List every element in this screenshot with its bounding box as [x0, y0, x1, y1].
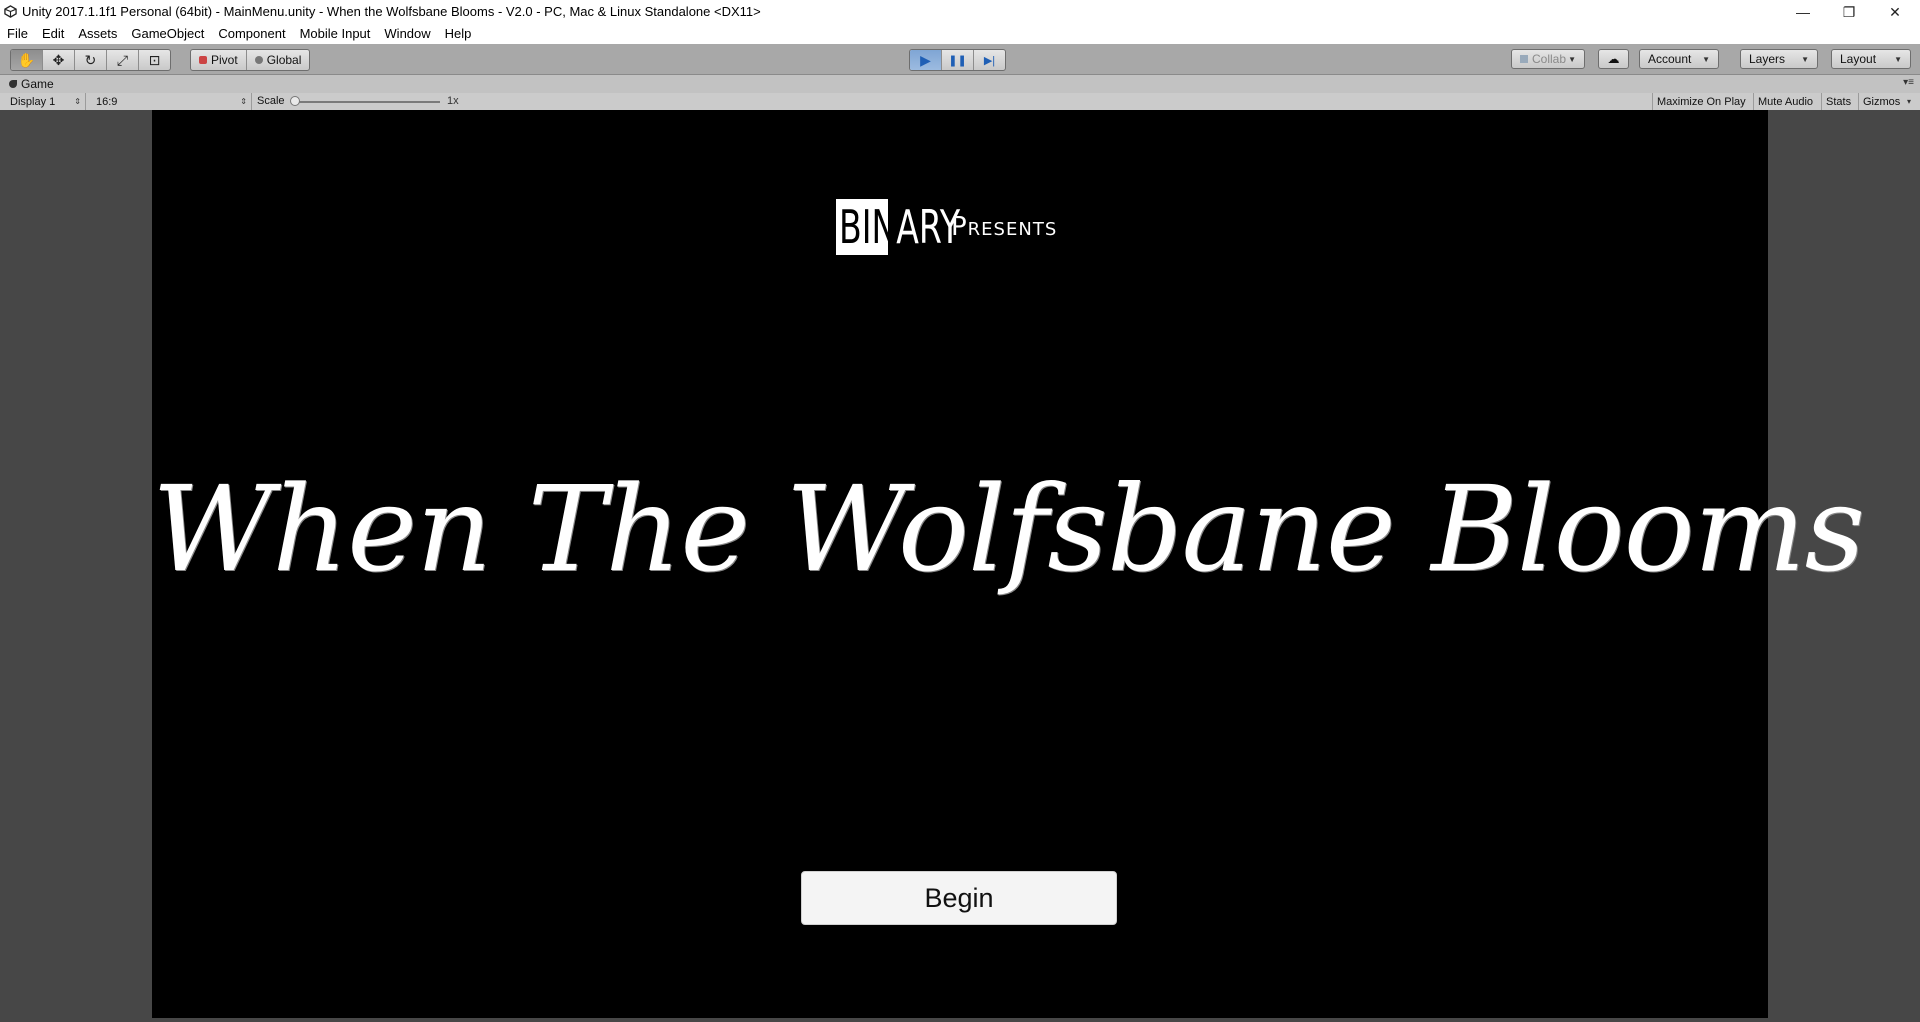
restore-icon: ❐ [1842, 3, 1856, 20]
minimize-button[interactable]: — [1780, 0, 1826, 24]
gizmos-dropdown[interactable]: Gizmos ▾ [1859, 93, 1915, 110]
chevron-down-icon: ▼ [1894, 54, 1902, 64]
scale-tool-button[interactable]: ⤢ [107, 50, 139, 70]
global-toggle[interactable]: Global [247, 50, 310, 70]
hand-icon: ✋ [17, 51, 36, 68]
chevron-down-icon: ▼ [1702, 54, 1710, 64]
logo-wordmark: BINARY [839, 199, 960, 255]
unity-logo-icon [4, 5, 17, 18]
play-button[interactable]: ▶ [910, 50, 942, 70]
tab-menu-icon[interactable]: ▾≡ [1903, 77, 1914, 88]
rotate-tool-button[interactable]: ↻ [75, 50, 107, 70]
pivot-icon [199, 56, 207, 64]
step-button[interactable]: ▶| [974, 50, 1005, 70]
window-title: Unity 2017.1.1f1 Personal (64bit) - Main… [22, 4, 761, 19]
rect-tool-button[interactable]: ⊡ [139, 50, 170, 70]
game-view-toolbar: Display 1 ⇕ 16:9 ⇕ Scale 1x Maximize On … [0, 93, 1920, 111]
rect-tool-icon: ⊡ [148, 51, 161, 68]
logo-text-dark: BIN [839, 200, 897, 254]
minimize-icon: — [1796, 4, 1810, 20]
stats-toggle[interactable]: Stats [1822, 93, 1859, 110]
collab-icon [1520, 55, 1528, 63]
scale-slider-thumb[interactable] [290, 96, 300, 106]
pause-icon: ❚❚ [948, 54, 967, 67]
menu-mobile-input[interactable]: Mobile Input [293, 24, 378, 44]
chevron-down-icon: ▼ [1568, 54, 1576, 64]
main-toolbar: ✋ ✥ ↻ ⤢ ⊡ Pivot Global ▶ ❚❚ ▶| Collab ▼ … [0, 44, 1920, 75]
game-title: When The Wolfsbane Blooms [152, 460, 1865, 598]
pivot-toggle[interactable]: Pivot [191, 50, 247, 70]
updown-icon: ⇕ [240, 97, 247, 106]
mute-audio-toggle[interactable]: Mute Audio [1754, 93, 1822, 110]
scale-slider-track[interactable] [296, 101, 440, 103]
game-tab-icon [9, 80, 17, 88]
tab-game[interactable]: Game [3, 75, 62, 93]
rotate-icon: ↻ [84, 51, 97, 68]
cloud-icon: ☁ [1607, 52, 1620, 66]
menu-component[interactable]: Component [211, 24, 292, 44]
close-icon: ✕ [1889, 3, 1901, 20]
binary-logo: BINARY [836, 199, 960, 255]
layers-dropdown[interactable]: Layers ▼ [1740, 49, 1818, 69]
menu-assets[interactable]: Assets [71, 24, 124, 44]
menu-bar: File Edit Assets GameObject Component Mo… [0, 24, 1920, 44]
stats-label: Stats [1826, 95, 1852, 108]
account-label: Account [1648, 52, 1692, 66]
mute-audio-label: Mute Audio [1758, 95, 1814, 108]
play-icon: ▶ [920, 51, 931, 68]
aspect-dropdown[interactable]: 16:9 ⇕ [92, 93, 252, 110]
layout-label: Layout [1840, 52, 1877, 66]
display-label: Display 1 [10, 95, 56, 108]
pause-button[interactable]: ❚❚ [942, 50, 974, 70]
gizmos-label: Gizmos [1863, 95, 1901, 108]
transform-tools: ✋ ✥ ↻ ⤢ ⊡ [10, 49, 171, 71]
global-label: Global [266, 53, 302, 67]
maximize-on-play-label: Maximize On Play [1657, 95, 1746, 108]
menu-edit[interactable]: Edit [35, 24, 71, 44]
move-tool-button[interactable]: ✥ [43, 50, 75, 70]
scale-icon: ⤢ [116, 51, 129, 68]
pivot-label: Pivot [211, 53, 238, 67]
playback-controls: ▶ ❚❚ ▶| [909, 49, 1006, 71]
menu-file[interactable]: File [0, 24, 35, 44]
cloud-button[interactable]: ☁ [1598, 49, 1629, 69]
layout-dropdown[interactable]: Layout ▼ [1831, 49, 1911, 69]
menu-window[interactable]: Window [377, 24, 437, 44]
collab-dropdown[interactable]: Collab ▼ [1511, 49, 1585, 69]
game-tab-bar: Game ▾≡ [0, 75, 1920, 93]
step-icon: ▶| [983, 54, 996, 67]
chevron-down-icon: ▾ [1906, 97, 1911, 106]
close-button[interactable]: ✕ [1872, 0, 1918, 24]
scale-label: Scale [257, 95, 285, 107]
begin-label: Begin [924, 882, 994, 913]
layers-label: Layers [1749, 52, 1786, 66]
menu-help[interactable]: Help [438, 24, 479, 44]
menu-gameobject[interactable]: GameObject [124, 24, 211, 44]
collab-label: Collab [1532, 52, 1567, 66]
game-view: BINARY Presents When The Wolfsbane Bloom… [0, 110, 1920, 1022]
pivot-global-group: Pivot Global [190, 49, 311, 71]
title-bar: Unity 2017.1.1f1 Personal (64bit) - Main… [0, 0, 1920, 24]
chevron-down-icon: ▼ [1801, 54, 1809, 64]
maximize-on-play-toggle[interactable]: Maximize On Play [1652, 93, 1754, 110]
display-dropdown[interactable]: Display 1 ⇕ [6, 93, 86, 110]
scale-value: 1x [447, 95, 459, 107]
global-icon [254, 56, 263, 64]
hand-tool-button[interactable]: ✋ [11, 50, 43, 70]
game-tab-label: Game [21, 77, 54, 91]
begin-button[interactable]: Begin [801, 871, 1117, 925]
move-icon: ✥ [52, 51, 65, 68]
game-canvas[interactable]: BINARY Presents When The Wolfsbane Bloom… [152, 110, 1865, 1018]
maximize-button[interactable]: ❐ [1826, 0, 1872, 24]
aspect-label: 16:9 [96, 95, 118, 108]
updown-icon: ⇕ [74, 97, 81, 106]
account-dropdown[interactable]: Account ▼ [1639, 49, 1719, 69]
presents-text: Presents [951, 212, 1058, 242]
